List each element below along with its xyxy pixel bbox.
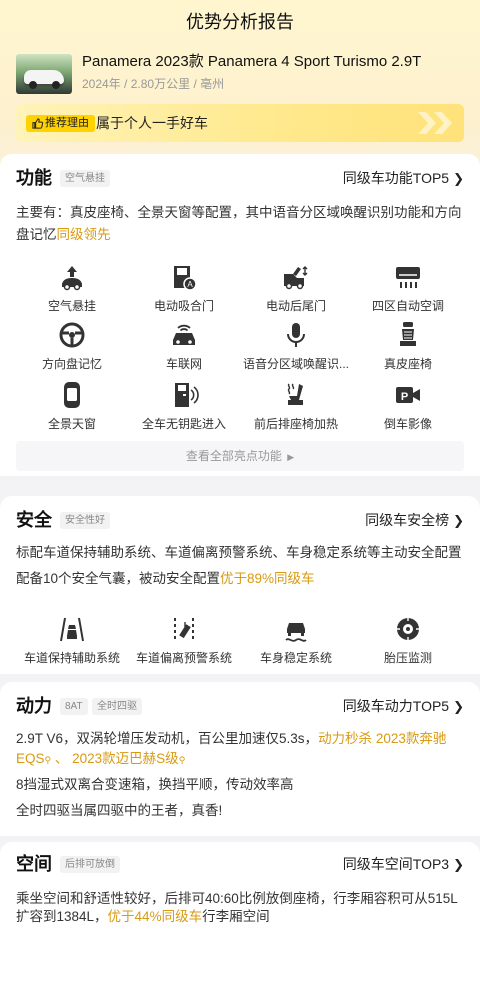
safety-card: 安全 安全性好 同级车安全榜 ❯ 标配车道保持辅助系统、车道偏离预警系统、车身稳定…: [0, 496, 480, 674]
power-card: 动力 8AT 全时四驱 同级车动力TOP5 ❯ 2.9T V6，双涡轮增压发动机，…: [0, 682, 480, 836]
reverse-camera-icon: P: [396, 387, 420, 403]
safety-lane-departure[interactable]: 车道偏离预警系统: [128, 614, 240, 666]
power-tailgate-icon: [284, 266, 308, 290]
safety-grid: 车道保持辅助系统 车道偏离预警系统 车身稳定系统 胎压监测: [16, 614, 464, 670]
chevron-decoration-icon: [418, 112, 452, 134]
safety-line-2: 配备10个安全气囊，被动安全配置优于89%同级车: [16, 571, 315, 586]
space-line-2: 扩容到1384L，优于44%同级车行李厢空间: [16, 909, 270, 924]
power-top5-link[interactable]: 同级车动力TOP5 ❯: [343, 694, 464, 719]
car-city: 亳州: [200, 77, 225, 91]
soft-close-door-icon: A: [174, 266, 197, 291]
recommend-text: 属于个人一手好车: [96, 115, 208, 131]
feature-sunroof[interactable]: 全景天窗: [16, 380, 128, 432]
power-chip-drive: 全时四驱: [92, 698, 142, 715]
function-grid: 空气悬挂 A 电动吸合门 电动后尾门 四区自动空调 方向盘记忆 车联网 语音分区…: [16, 262, 464, 432]
safety-line-1: 标配车道保持辅助系统、车道偏离预警系统、车身稳定系统等主动安全配置: [16, 545, 462, 560]
function-top5-link[interactable]: 同级车功能TOP5 ❯: [343, 166, 464, 191]
feature-soft-close-door[interactable]: A 电动吸合门: [128, 262, 240, 314]
svg-text:P: P: [401, 391, 408, 403]
space-top3-link[interactable]: 同级车空间TOP3 ❯: [343, 852, 464, 877]
chevron-right-icon: ❯: [453, 171, 464, 186]
microphone-icon: [287, 323, 305, 347]
svg-text:A: A: [187, 280, 193, 289]
space-title: 空间: [16, 854, 52, 874]
feature-steering-memory[interactable]: 方向盘记忆: [16, 320, 128, 372]
power-chip-transmission: 8AT: [60, 698, 88, 715]
search-icon: ⚲: [44, 755, 52, 765]
space-card: 空间 后排可放倒 同级车空间TOP3 ❯ 乘坐空间和舒适性较好，后排可40:60比…: [0, 842, 480, 986]
feature-leather-seat[interactable]: 真皮座椅: [352, 320, 464, 372]
leather-seat-icon: [400, 322, 416, 346]
car-header[interactable]: Panamera 2023款 Panamera 4 Sport Turismo …: [16, 52, 466, 96]
climate-control-icon: [396, 267, 420, 288]
see-all-features-button[interactable]: 查看全部亮点功能 ▶: [16, 441, 464, 471]
car-thumbnail: [16, 54, 72, 94]
function-card: 功能 空气悬挂 同级车功能TOP5 ❯ 主要有：真皮座椅、全景天窗等配置，其中语音…: [0, 154, 480, 476]
safety-tire-pressure[interactable]: 胎压监测: [352, 614, 464, 666]
stability-control-icon: [285, 623, 307, 642]
chevron-right-icon: ❯: [453, 513, 464, 528]
safety-stability[interactable]: 车身稳定系统: [240, 614, 352, 666]
power-line-2: EQS⚲ 、 2023款迈巴赫S级⚲: [16, 751, 186, 766]
recommend-reason-bar: 推荐理由 属于个人一手好车: [16, 104, 464, 142]
safety-lane-keep[interactable]: 车道保持辅助系统: [16, 614, 128, 666]
lane-keep-icon: [60, 617, 84, 642]
thumbs-up-icon: [32, 118, 43, 129]
chevron-right-icon: ❯: [453, 699, 464, 714]
feature-power-tailgate[interactable]: 电动后尾门: [240, 262, 352, 314]
power-title: 动力: [16, 696, 52, 716]
safety-rank-link[interactable]: 同级车安全榜 ❯: [365, 508, 464, 533]
feature-keyless[interactable]: 全车无钥匙进入: [128, 380, 240, 432]
function-chip: 空气悬挂: [60, 170, 110, 187]
feature-seat-heating[interactable]: 前后排座椅加热: [240, 380, 352, 432]
safety-title: 安全: [16, 510, 52, 530]
recommend-tag: 推荐理由: [26, 115, 95, 132]
page-title: 优势分析报告: [186, 12, 294, 32]
search-icon: ⚲: [178, 755, 186, 765]
chevron-right-icon: ❯: [453, 857, 464, 872]
feature-air-suspension[interactable]: 空气悬挂: [16, 262, 128, 314]
lane-departure-icon: [174, 618, 194, 639]
safety-chip: 安全性好: [60, 512, 110, 529]
feature-voice-zone[interactable]: 语音分区域唤醒识...: [240, 320, 352, 372]
panoramic-sunroof-icon: [64, 382, 80, 408]
car-mileage: 2.80万公里: [130, 77, 191, 91]
power-line-3: 8挡湿式双离合变速箱，换挡平顺，传动效率高: [16, 777, 294, 792]
feature-reverse-camera[interactable]: P 倒车影像: [352, 380, 464, 432]
function-title: 功能: [16, 168, 52, 188]
air-suspension-icon: [62, 266, 82, 291]
power-line-4: 全时四驱当属四驱中的王者，真香!: [16, 803, 223, 818]
space-chip: 后排可放倒: [60, 856, 120, 873]
feature-connected-car[interactable]: 车联网: [128, 320, 240, 372]
car-meta: 2024年 / 2.80万公里 / 亳州: [82, 77, 225, 91]
connected-car-icon: [173, 324, 195, 345]
power-line-1: 2.9T V6，双涡轮增压发动机，百公里加速仅5.3s，动力秒杀 2023款奔驰: [16, 731, 447, 746]
car-year: 2024年: [82, 77, 121, 91]
triangle-right-icon: ▶: [287, 452, 295, 462]
feature-climate[interactable]: 四区自动空调: [352, 262, 464, 314]
competitor-link-eqs[interactable]: EQS⚲: [16, 751, 51, 766]
seat-heating-icon: [287, 383, 303, 405]
tire-pressure-icon: [397, 618, 419, 640]
keyless-entry-icon: [175, 383, 199, 407]
competitor-link-maybach[interactable]: 2023款迈巴赫S级⚲: [72, 751, 185, 766]
function-description: 主要有：真皮座椅、全景天窗等配置，其中语音分区域唤醒识别功能和方向盘记忆同级领先: [16, 205, 462, 242]
car-name: Panamera 2023款 Panamera 4 Sport Turismo …: [82, 53, 422, 70]
steering-wheel-icon: [59, 322, 85, 348]
